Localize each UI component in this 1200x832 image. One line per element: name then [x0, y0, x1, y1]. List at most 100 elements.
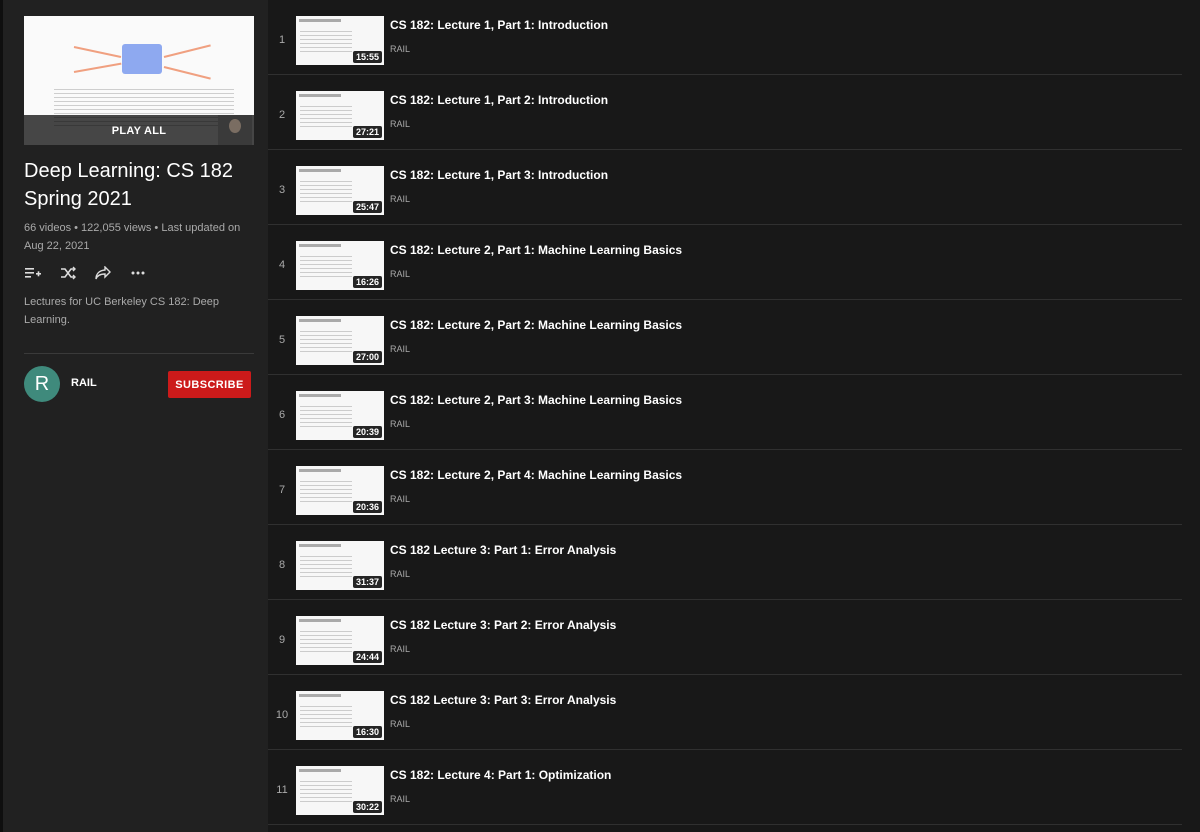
list-item[interactable]: 6 20:39 CS 182: Lecture 2, Part 3: Machi… [268, 375, 1182, 450]
playlist-sidebar: PLAY ALL Deep Learning: CS 182 Spring 20… [0, 0, 268, 832]
video-index: 1 [278, 34, 286, 46]
video-title[interactable]: CS 182: Lecture 2, Part 3: Machine Learn… [390, 393, 682, 407]
video-channel[interactable]: RAIL [390, 719, 410, 729]
hero-diagram-line [163, 44, 211, 58]
more-icon[interactable] [129, 264, 146, 281]
video-title[interactable]: CS 182 Lecture 3: Part 2: Error Analysis [390, 618, 616, 632]
video-duration: 25:47 [352, 201, 382, 213]
video-channel[interactable]: RAIL [390, 269, 410, 279]
playlist-video-list: 1 15:55 CS 182: Lecture 1, Part 1: Intro… [268, 0, 1200, 832]
video-channel[interactable]: RAIL [390, 569, 410, 579]
video-thumbnail[interactable]: 16:30 [296, 691, 384, 740]
thumbnail-slide-heading [299, 244, 341, 247]
thumbnail-slide-heading [299, 469, 341, 472]
video-index: 10 [275, 709, 289, 721]
video-thumbnail[interactable]: 20:36 [296, 466, 384, 515]
video-duration: 24:44 [352, 651, 382, 663]
video-title[interactable]: CS 182: Lecture 1, Part 2: Introduction [390, 93, 608, 107]
list-item[interactable]: 3 25:47 CS 182: Lecture 1, Part 3: Intro… [268, 150, 1182, 225]
playlist-hero-thumbnail[interactable]: PLAY ALL [24, 16, 254, 145]
video-duration: 16:26 [352, 276, 382, 288]
video-thumbnail[interactable]: 27:21 [296, 91, 384, 140]
video-channel[interactable]: RAIL [390, 44, 410, 54]
thumbnail-slide-heading [299, 19, 341, 22]
video-title[interactable]: CS 182: Lecture 4: Part 1: Optimization [390, 768, 611, 782]
list-item[interactable]: 7 20:36 CS 182: Lecture 2, Part 4: Machi… [268, 450, 1182, 525]
thumbnail-slide-heading [299, 769, 341, 772]
video-thumbnail[interactable]: 24:44 [296, 616, 384, 665]
playlist-description: Lectures for UC Berkeley CS 182: Deep Le… [24, 296, 220, 326]
thumbnail-slide-text [300, 703, 352, 727]
subscribe-button[interactable]: SUBSCRIBE [168, 371, 251, 398]
video-title[interactable]: CS 182 Lecture 3: Part 1: Error Analysis [390, 543, 616, 557]
thumbnail-slide-text [300, 328, 352, 352]
thumbnail-slide-heading [299, 694, 341, 697]
video-duration: 27:00 [352, 351, 382, 363]
video-channel[interactable]: RAIL [390, 494, 410, 504]
playlist-stats: 66 videos • 122,055 views • Last updated… [24, 222, 241, 252]
video-title[interactable]: CS 182: Lecture 2, Part 1: Machine Learn… [390, 243, 682, 257]
thumbnail-slide-text [300, 103, 352, 127]
list-item[interactable]: 5 27:00 CS 182: Lecture 2, Part 2: Machi… [268, 300, 1182, 375]
video-thumbnail[interactable]: 16:26 [296, 241, 384, 290]
video-duration: 31:37 [352, 576, 382, 588]
video-duration: 16:30 [352, 726, 382, 738]
thumbnail-slide-heading [299, 619, 341, 622]
list-item[interactable]: 8 31:37 CS 182 Lecture 3: Part 1: Error … [268, 525, 1182, 600]
hero-diagram-line [163, 66, 211, 80]
thumbnail-slide-text [300, 628, 352, 652]
video-title[interactable]: CS 182 Lecture 3: Part 3: Error Analysis [390, 693, 616, 707]
video-channel[interactable]: RAIL [390, 119, 410, 129]
video-index: 11 [276, 784, 288, 796]
video-thumbnail[interactable]: 27:00 [296, 316, 384, 365]
thumbnail-slide-text [300, 403, 352, 427]
video-thumbnail[interactable]: 20:39 [296, 391, 384, 440]
thumbnail-slide-heading [299, 169, 341, 172]
video-channel[interactable]: RAIL [390, 344, 410, 354]
thumbnail-slide-heading [299, 94, 341, 97]
list-item[interactable]: 2 27:21 CS 182: Lecture 1, Part 2: Intro… [268, 75, 1182, 150]
video-title[interactable]: CS 182: Lecture 2, Part 2: Machine Learn… [390, 318, 682, 332]
video-title[interactable]: CS 182: Lecture 1, Part 1: Introduction [390, 18, 608, 32]
video-title[interactable]: CS 182: Lecture 2, Part 4: Machine Learn… [390, 468, 682, 482]
video-thumbnail[interactable]: 25:47 [296, 166, 384, 215]
list-item[interactable]: 4 16:26 CS 182: Lecture 2, Part 1: Machi… [268, 225, 1182, 300]
video-channel[interactable]: RAIL [390, 794, 410, 804]
thumbnail-slide-text [300, 253, 352, 277]
presenter-video-inset [218, 115, 252, 145]
share-icon[interactable] [94, 264, 111, 281]
video-channel[interactable]: RAIL [390, 419, 410, 429]
list-item[interactable]: 10 16:30 CS 182 Lecture 3: Part 3: Error… [268, 675, 1182, 750]
video-duration: 20:39 [352, 426, 382, 438]
video-duration: 27:21 [352, 126, 382, 138]
video-index: 8 [278, 559, 286, 571]
thumbnail-slide-text [300, 28, 352, 52]
video-channel[interactable]: RAIL [390, 194, 410, 204]
video-index: 5 [278, 334, 286, 346]
video-thumbnail[interactable]: 31:37 [296, 541, 384, 590]
list-item[interactable]: 1 15:55 CS 182: Lecture 1, Part 1: Intro… [268, 0, 1182, 75]
thumbnail-slide-heading [299, 394, 341, 397]
video-thumbnail[interactable]: 15:55 [296, 16, 384, 65]
video-index: 3 [278, 184, 286, 196]
playlist-actions [24, 264, 146, 281]
list-item[interactable]: 9 24:44 CS 182 Lecture 3: Part 2: Error … [268, 600, 1182, 675]
list-item[interactable]: 11 30:22 CS 182: Lecture 4: Part 1: Opti… [268, 750, 1182, 825]
video-index: 6 [278, 409, 286, 421]
video-duration: 15:55 [352, 51, 382, 63]
hero-diagram-box [122, 44, 162, 74]
video-title[interactable]: CS 182: Lecture 1, Part 3: Introduction [390, 168, 608, 182]
video-duration: 20:36 [352, 501, 382, 513]
video-index: 7 [278, 484, 286, 496]
video-thumbnail[interactable]: 30:22 [296, 766, 384, 815]
avatar[interactable]: R [24, 366, 60, 402]
video-duration: 30:22 [352, 801, 382, 813]
sidebar-divider [24, 353, 254, 354]
channel-name[interactable]: RAIL [71, 377, 97, 389]
shuffle-icon[interactable] [59, 264, 76, 281]
add-to-queue-icon[interactable] [24, 264, 41, 281]
video-index: 4 [278, 259, 286, 271]
video-channel[interactable]: RAIL [390, 644, 410, 654]
thumbnail-slide-text [300, 178, 352, 202]
thumbnail-slide-heading [299, 544, 341, 547]
